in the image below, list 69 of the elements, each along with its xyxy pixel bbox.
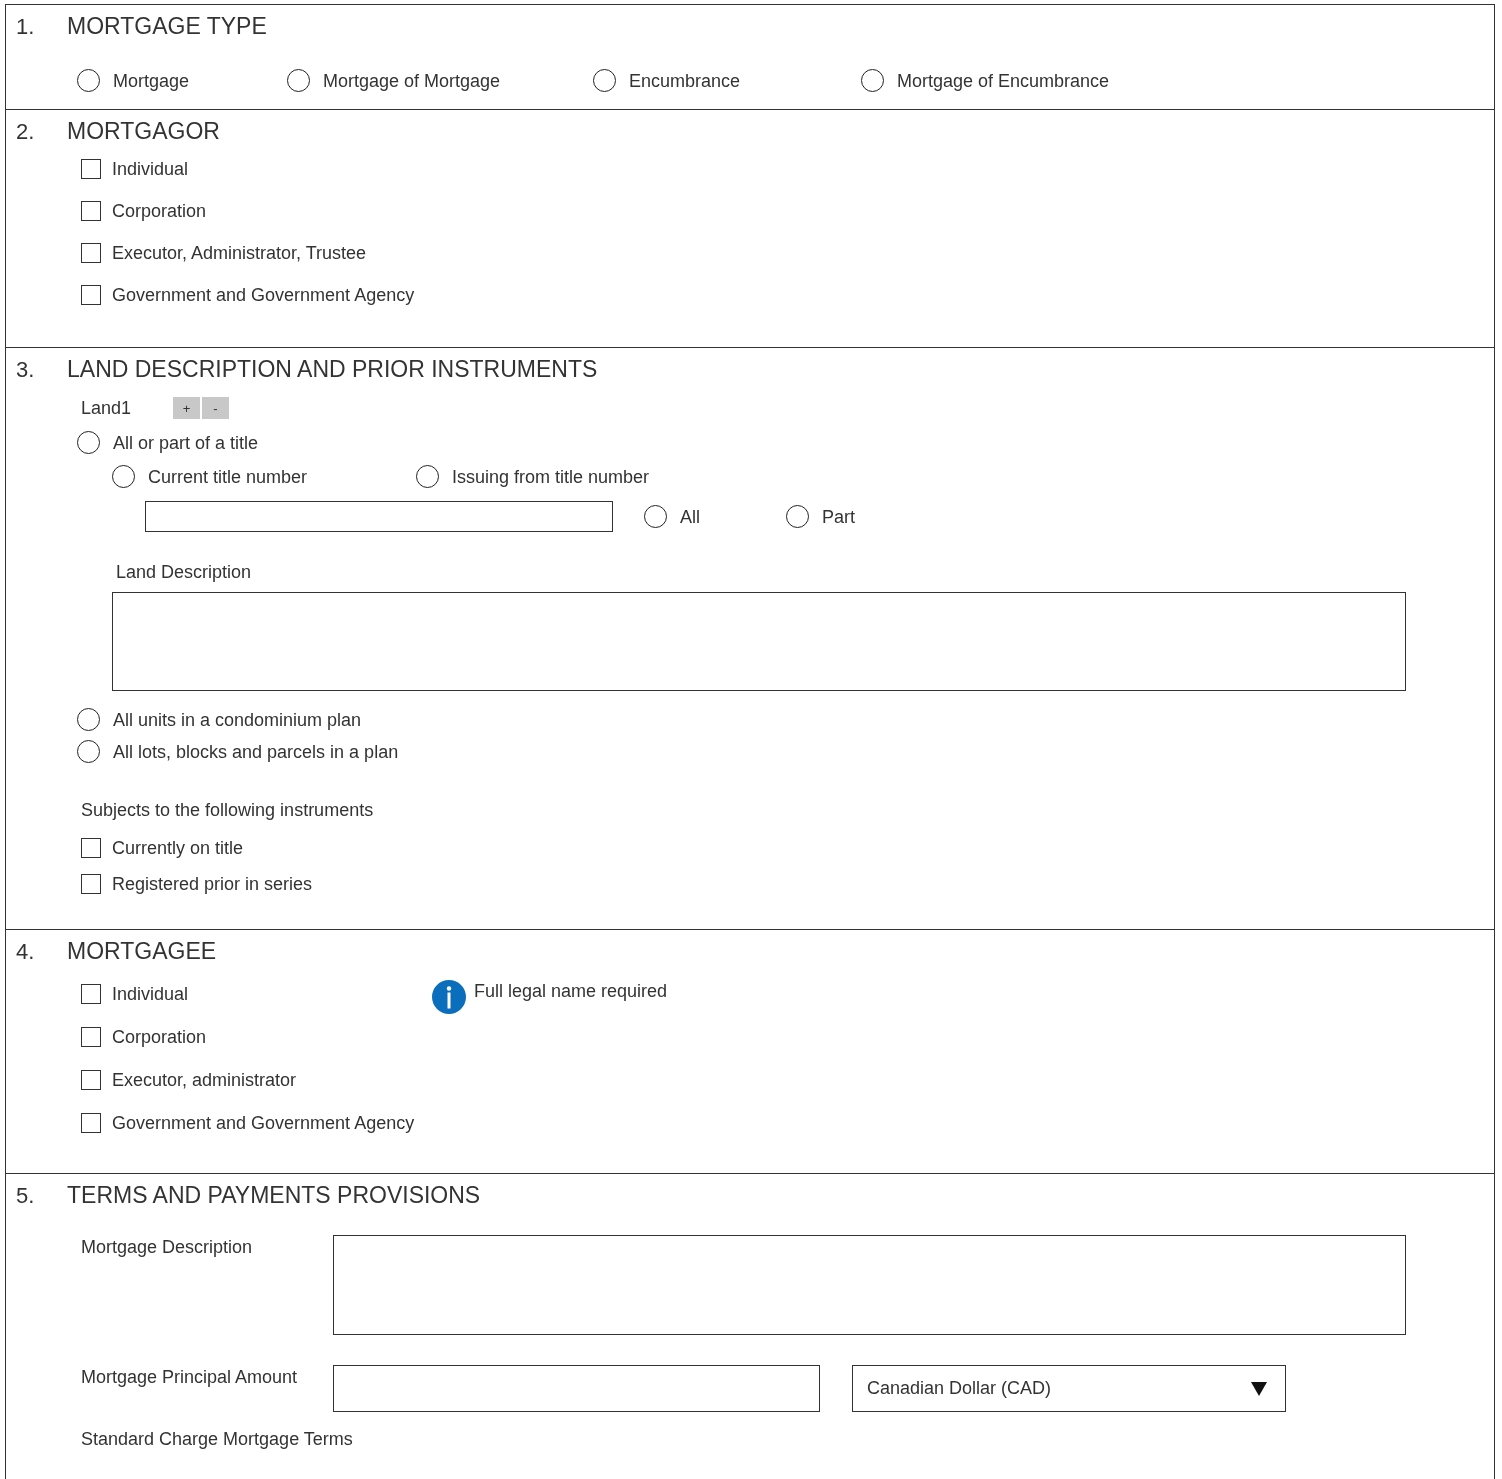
standard-terms-label: Standard Charge Mortgage Terms [81,1428,354,1450]
info-note: Full legal name required [474,980,668,1002]
checkbox[interactable] [81,1113,101,1133]
radio-button[interactable] [77,740,100,763]
checkbox-label: Currently on title [112,837,244,859]
radio-label: All [680,505,700,528]
checkbox[interactable] [81,1027,101,1047]
radio-button[interactable] [786,505,809,528]
radio-button[interactable] [77,431,100,454]
section-title: LAND DESCRIPTION AND PRIOR INSTRUMENTS [67,354,598,384]
section-number: 1. [15,12,36,41]
radio-button[interactable] [112,465,135,488]
principal-amount-field[interactable] [333,1365,820,1412]
checkbox[interactable] [81,159,101,179]
section-title: TERMS AND PAYMENTS PROVISIONS [67,1180,481,1210]
land-label: Land1 [81,397,133,419]
checkbox[interactable] [81,201,101,221]
section-number: 5. [15,1181,36,1210]
mortgage-description-field[interactable] [333,1235,1406,1335]
add-button[interactable]: + [173,397,200,419]
section-number: 4. [15,937,36,966]
radio-label: Part [822,505,855,528]
radio-label: Issuing from title number [452,465,650,488]
remove-button[interactable]: - [202,397,229,419]
checkbox[interactable] [81,984,101,1004]
instruments-label: Subjects to the following instruments [81,799,375,821]
radio-label: Encumbrance [629,69,741,92]
radio-button[interactable] [861,69,884,92]
radio-label: Mortgage [113,69,190,92]
info-icon [432,980,466,1014]
radio-label: Mortgage of Encumbrance [897,69,1110,92]
land-description-label: Land Description [116,561,253,583]
section-number: 3. [15,355,36,384]
checkbox-label: Government and Government Agency [112,284,415,306]
principal-amount-label: Mortgage Principal Amount [81,1366,299,1389]
land-description-field[interactable] [112,592,1406,691]
radio-button[interactable] [644,505,667,528]
radio-label: All or part of a title [113,431,259,454]
checkbox-label: Executor, administrator [112,1069,297,1091]
checkbox-label: Executor, Administrator, Trustee [112,242,367,264]
mortgage-description-label: Mortgage Description [81,1236,254,1259]
currency-value: Canadian Dollar (CAD) [867,1377,1052,1400]
checkbox-label: Individual [112,983,189,1005]
checkbox-label: Corporation [112,1026,207,1048]
section-title: MORTGAGEE [67,936,217,966]
radio-button[interactable] [287,69,310,92]
dropdown-arrow-icon [1251,1381,1267,1396]
checkbox[interactable] [81,243,101,263]
checkbox-label: Individual [112,158,189,180]
title-number-field[interactable] [145,501,613,532]
radio-label: Current title number [148,465,308,488]
radio-label: Mortgage of Mortgage [323,69,501,92]
checkbox[interactable] [81,1070,101,1090]
currency-dropdown[interactable]: Canadian Dollar (CAD) [852,1365,1286,1412]
radio-label: All lots, blocks and parcels in a plan [113,740,399,763]
checkbox[interactable] [81,838,101,858]
checkbox-label: Government and Government Agency [112,1112,415,1134]
section-title: MORTGAGOR [67,116,220,146]
section-title: MORTGAGE TYPE [67,11,267,41]
checkbox-label: Corporation [112,200,207,222]
checkbox-label: Registered prior in series [112,873,313,895]
radio-button[interactable] [77,708,100,731]
radio-button[interactable] [593,69,616,92]
radio-label: All units in a condominium plan [113,708,362,731]
radio-button[interactable] [77,69,100,92]
checkbox[interactable] [81,285,101,305]
section-number: 2. [15,117,36,146]
radio-button[interactable] [416,465,439,488]
checkbox[interactable] [81,874,101,894]
